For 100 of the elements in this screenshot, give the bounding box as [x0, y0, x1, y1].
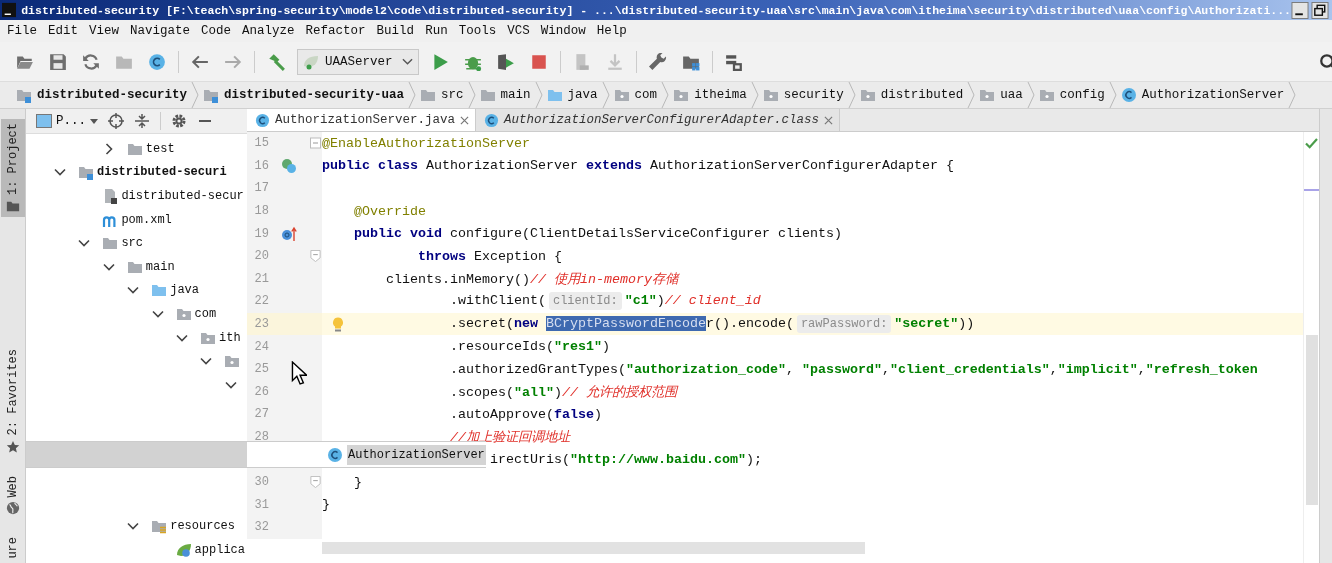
breadcrumb-item[interactable]: java	[542, 87, 602, 103]
restore-button[interactable]	[1311, 1, 1329, 19]
tree-item[interactable]: com	[194, 306, 217, 321]
breadcrumb-item[interactable]: AuthorizationServer	[1116, 87, 1289, 103]
source-folder-icon	[151, 282, 168, 299]
line-number: 15	[253, 136, 269, 151]
breadcrumb-item[interactable]: security	[758, 87, 848, 103]
override-icon[interactable]	[281, 225, 297, 242]
menu-item[interactable]: Tools	[458, 24, 497, 38]
tree-item[interactable]: src	[121, 236, 143, 251]
spring-leaf-icon	[175, 541, 192, 558]
tree-item[interactable]: java	[170, 283, 199, 298]
run-configuration-dropdown[interactable]: UAAServer	[297, 48, 419, 75]
tree-item[interactable]: distributed-securi	[97, 165, 227, 180]
chevron-separator-icon	[1026, 82, 1035, 108]
close-icon[interactable]	[460, 115, 470, 125]
popup-label: AuthorizationServer	[347, 444, 486, 465]
class-icon	[1120, 87, 1137, 103]
fold-marker[interactable]	[310, 250, 321, 263]
breadcrumb-item[interactable]: itheima	[669, 87, 751, 103]
module-folder-icon	[16, 87, 32, 103]
caret-icon	[402, 57, 413, 66]
breadcrumb-item[interactable]: distributed-security-uaa	[199, 87, 409, 103]
tree-item[interactable]: main	[145, 259, 175, 274]
menu-item[interactable]: Help	[596, 24, 627, 38]
menu-item[interactable]: View	[89, 24, 120, 38]
tool-window-tab[interactable]: ure	[0, 533, 25, 563]
settings-icon[interactable]	[171, 113, 187, 129]
menu-item[interactable]: Code	[201, 24, 232, 38]
tree-item[interactable]: resources	[170, 519, 235, 534]
locate-target-icon[interactable]	[108, 113, 124, 129]
horizontal-scrollbar[interactable]	[322, 541, 865, 554]
editor-tab[interactable]: AuthorizationServer.java	[247, 109, 477, 131]
tree-item[interactable]: pom.xml	[121, 212, 172, 227]
breadcrumb-item[interactable]: distributed	[855, 87, 968, 103]
code-line: @Override	[354, 203, 426, 219]
line-number: 19	[253, 226, 269, 241]
menu-item[interactable]: Window	[540, 24, 586, 38]
line-number: 21	[253, 271, 269, 286]
line-number: 27	[253, 407, 269, 422]
breadcrumb-item[interactable]: main	[475, 87, 535, 103]
breadcrumb-item[interactable]: uaa	[975, 87, 1027, 103]
chevron-separator-icon	[1108, 82, 1117, 108]
line-number: 23	[253, 317, 269, 332]
menu-item[interactable]: Navigate	[130, 24, 191, 38]
menu-item[interactable]: Analyze	[242, 24, 295, 38]
breadcrumb-item[interactable]: com	[609, 87, 662, 103]
breadcrumb-label: itheima	[694, 88, 747, 102]
tool-window-tab[interactable]: 1: Project	[0, 119, 25, 217]
line-number: 30	[253, 475, 269, 490]
tree-item[interactable]: distributed-secur	[121, 189, 244, 203]
close-icon[interactable]	[824, 115, 834, 125]
caret-icon	[90, 118, 98, 124]
code-line: .withClient( clientId: "c1")// client_id	[449, 292, 761, 311]
code-line: .resourceIds("res1")	[449, 339, 610, 355]
star-icon	[5, 439, 20, 454]
code-line: throws Exception {	[417, 248, 562, 264]
line-number: 31	[253, 497, 269, 512]
menu-item[interactable]: Refactor	[305, 24, 366, 38]
package-icon	[979, 87, 996, 103]
code-line: public void configure(ClientDetailsServiceConfigurer clients)	[354, 226, 842, 242]
menu-item[interactable]: File	[7, 24, 37, 38]
tool-window-tab[interactable]: Web	[0, 471, 25, 520]
package-icon	[859, 87, 876, 103]
class-icon	[327, 446, 343, 463]
minimize-button[interactable]	[1291, 1, 1309, 19]
line-number: 32	[253, 520, 269, 535]
collapse-all-icon[interactable]	[134, 113, 150, 129]
vertical-scrollbar[interactable]	[1306, 335, 1318, 505]
breadcrumb-item[interactable]: distributed-security	[12, 87, 192, 103]
chevron-separator-icon	[1288, 82, 1297, 108]
editor-tab[interactable]: AuthorizationServerConfigurerAdapter.class	[476, 109, 841, 131]
chevron-separator-icon	[467, 82, 476, 108]
package-icon	[762, 87, 779, 103]
line-number: 17	[253, 181, 269, 196]
chevron-separator-icon	[750, 82, 759, 108]
view-selector[interactable]: P...	[36, 114, 98, 128]
fold-marker[interactable]	[310, 137, 321, 150]
menu-item[interactable]: Edit	[48, 24, 79, 38]
fold-marker[interactable]	[310, 476, 321, 489]
resources-folder-icon	[151, 518, 168, 535]
class-icon	[255, 112, 270, 128]
tool-window-tab[interactable]: 2: Favorites	[0, 345, 25, 458]
breadcrumb-item[interactable]: config	[1034, 87, 1109, 103]
breadcrumb-label: uaa	[1000, 88, 1023, 102]
tree-item[interactable]: applica	[194, 542, 245, 557]
line-number: 22	[253, 294, 269, 309]
menu-item[interactable]: Build	[376, 24, 415, 38]
package-icon	[673, 87, 690, 103]
tree-item[interactable]: test	[145, 141, 175, 156]
chevron-separator-icon	[534, 82, 543, 108]
tree-item[interactable]: ith	[219, 330, 241, 345]
window-icon	[36, 114, 52, 128]
source-folder-icon	[546, 87, 563, 103]
menu-item[interactable]: VCS	[507, 24, 530, 38]
line-number: 26	[253, 384, 269, 399]
menu-item[interactable]: Run	[425, 24, 448, 38]
breadcrumb-item[interactable]: src	[416, 87, 468, 103]
line-number: 20	[253, 249, 269, 264]
implemented-icon[interactable]	[281, 157, 297, 174]
